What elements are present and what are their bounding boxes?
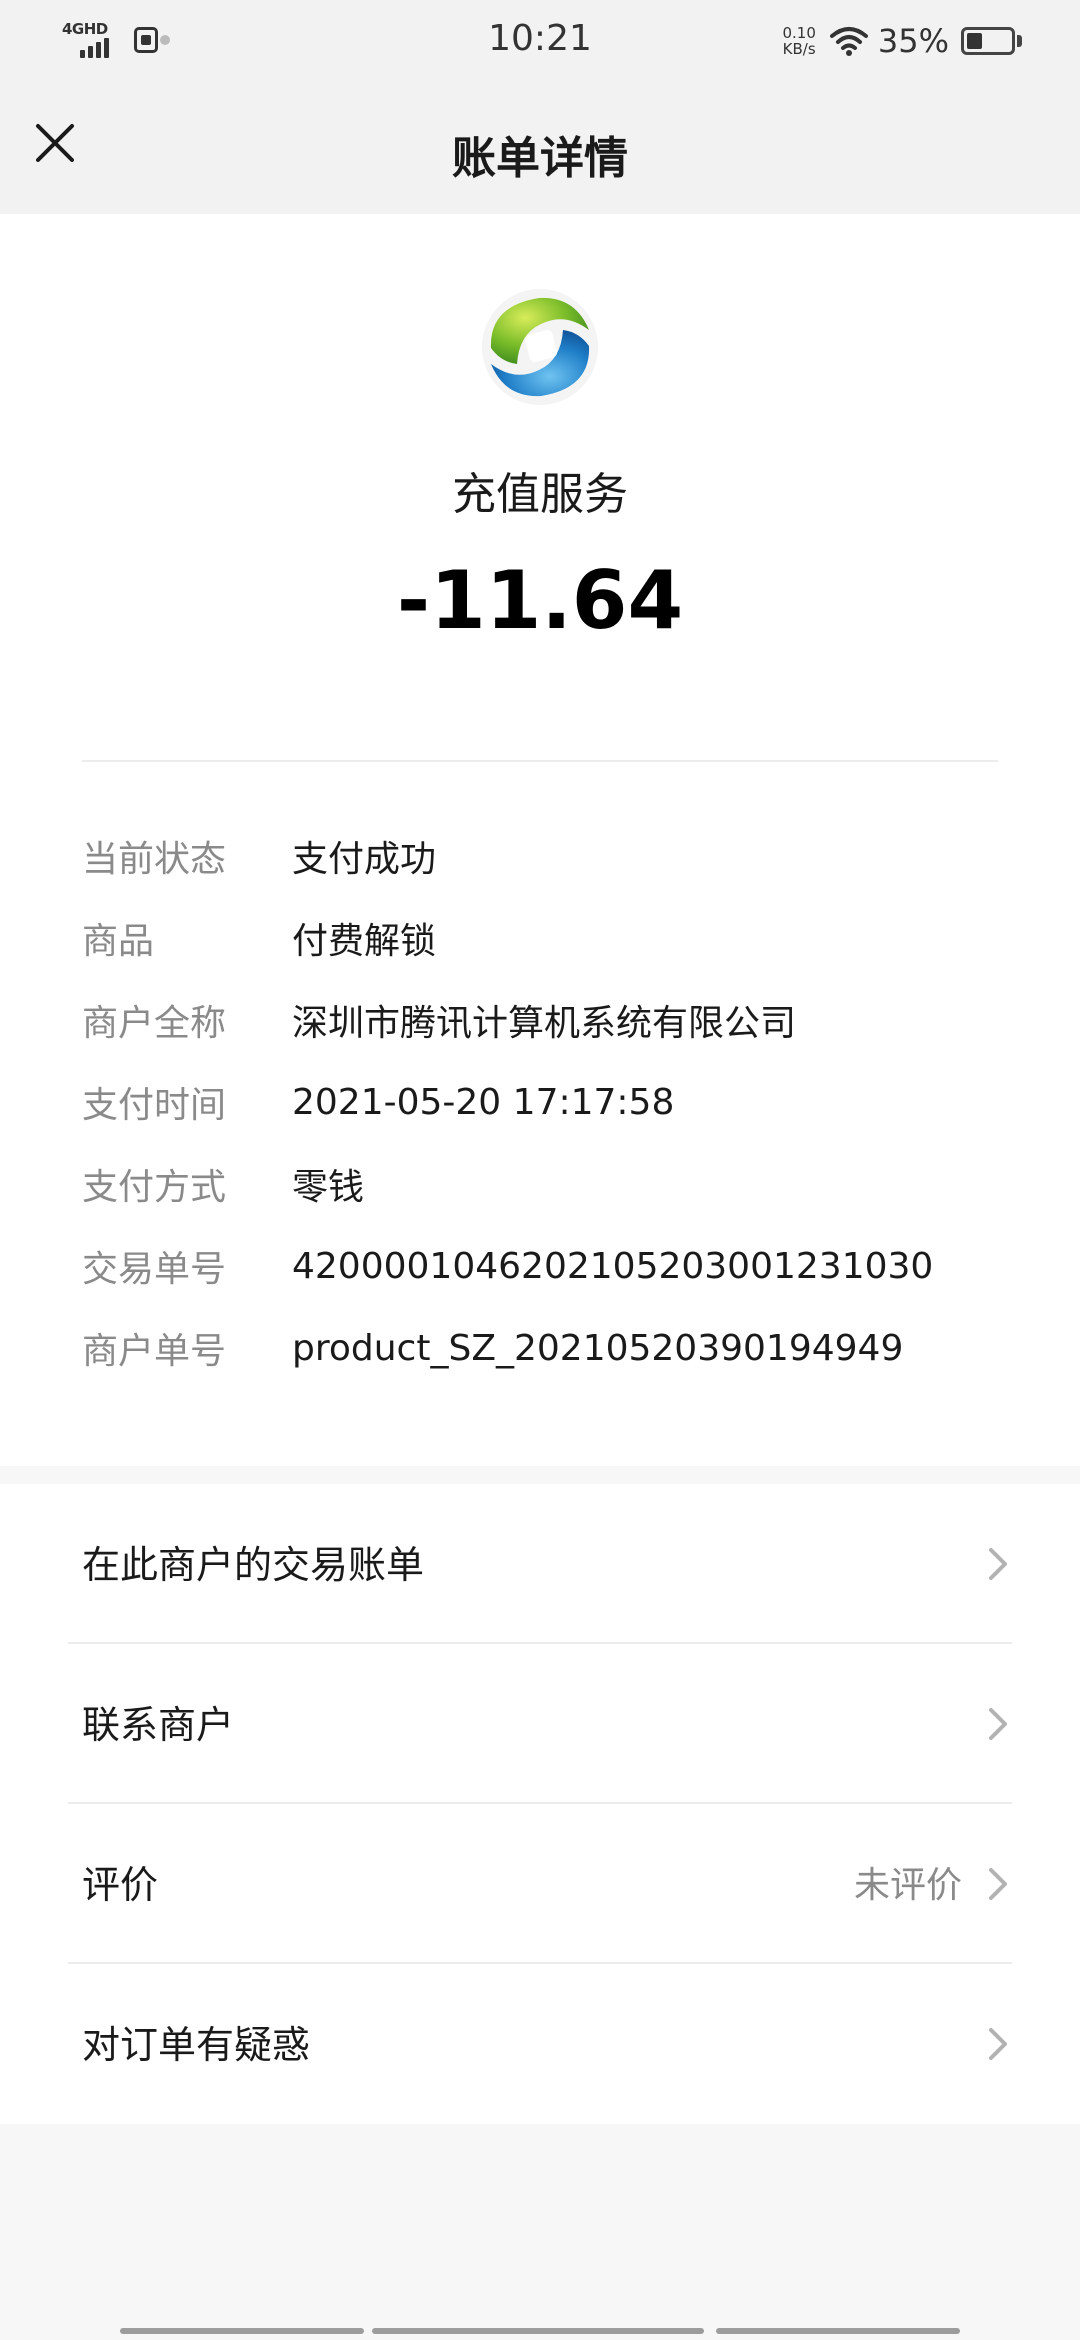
network-speed-value: 0.10 <box>782 24 816 42</box>
action-list: 在此商户的交易账单 联系商户 评价 未评价 对订单有疑惑 <box>0 1484 1080 2124</box>
action-contact-merchant[interactable]: 联系商户 <box>0 1644 1080 1804</box>
gesture-bar-segment <box>120 2328 364 2334</box>
detail-label: 商户全称 <box>82 1003 227 1044</box>
detail-value: 付费解锁 <box>292 921 437 962</box>
battery-level-fill <box>967 33 982 49</box>
detail-value[interactable]: 4200001046202105203001231030 <box>292 1246 933 1287</box>
chevron-right-icon <box>989 1548 1007 1580</box>
detail-label: 支付方式 <box>82 1167 227 1208</box>
detail-value: 零钱 <box>292 1167 365 1208</box>
action-label: 评价 <box>82 1863 159 1907</box>
chevron-right-icon <box>989 1868 1007 1900</box>
detail-label: 商品 <box>82 921 155 962</box>
status-bar: 4GHD 10:21 0.10 KB/s 35% <box>0 0 1080 82</box>
detail-row-transaction-id: 交易单号 4200001046202105203001231030 <box>82 1236 998 1296</box>
detail-value: 支付成功 <box>292 839 437 880</box>
action-merchant-bills[interactable]: 在此商户的交易账单 <box>0 1484 1080 1644</box>
status-right: 0.10 KB/s 35% <box>782 22 1022 60</box>
page-title: 账单详情 <box>452 133 628 184</box>
action-label: 对订单有疑惑 <box>82 2023 311 2067</box>
detail-row-pay-method: 支付方式 零钱 <box>82 1154 998 1214</box>
detail-value: 深圳市腾讯计算机系统有限公司 <box>292 1003 797 1044</box>
merchant-logo-icon <box>482 289 598 405</box>
detail-label: 支付时间 <box>82 1085 227 1126</box>
action-label: 联系商户 <box>82 1703 235 1747</box>
detail-label: 当前状态 <box>82 839 227 880</box>
battery-cap <box>1017 35 1022 47</box>
detail-label: 交易单号 <box>82 1249 227 1290</box>
network-speed: 0.10 KB/s <box>782 25 815 57</box>
merchant-name: 充值服务 <box>452 469 628 520</box>
chevron-right-icon <box>989 1708 1007 1740</box>
detail-value: 2021-05-20 17:17:58 <box>292 1081 675 1123</box>
detail-label: 商户单号 <box>82 1331 227 1372</box>
detail-row-merchant-fullname: 商户全称 深圳市腾讯计算机系统有限公司 <box>82 990 998 1050</box>
gesture-bar-segment <box>372 2328 704 2334</box>
detail-row-product: 商品 付费解锁 <box>82 908 998 968</box>
detail-value[interactable]: product_SZ_20210520390194949 <box>292 1328 903 1369</box>
wifi-icon <box>829 27 868 56</box>
detail-row-merchant-order-id: 商户单号 product_SZ_20210520390194949 <box>82 1318 998 1378</box>
action-review[interactable]: 评价 未评价 <box>0 1804 1080 1964</box>
action-label: 在此商户的交易账单 <box>82 1543 425 1587</box>
chevron-right-icon <box>989 2028 1007 2060</box>
detail-row-status: 当前状态 支付成功 <box>82 826 998 886</box>
bill-card: 充值服务 -11.64 当前状态 支付成功 商品 付费解锁 商户全称 深圳市腾讯… <box>0 214 1080 1466</box>
action-order-question[interactable]: 对订单有疑惑 <box>0 1964 1080 2124</box>
battery-percentage: 35% <box>877 22 949 60</box>
detail-row-pay-time: 支付时间 2021-05-20 17:17:58 <box>82 1072 998 1132</box>
nav-bar: 账单详情 <box>0 82 1080 214</box>
divider <box>82 760 998 762</box>
gesture-bar-segment <box>716 2328 960 2334</box>
battery-icon <box>961 27 1015 55</box>
network-speed-unit: KB/s <box>782 40 816 58</box>
bill-amount: -11.64 <box>396 554 684 647</box>
review-status: 未评价 <box>853 1865 962 1906</box>
